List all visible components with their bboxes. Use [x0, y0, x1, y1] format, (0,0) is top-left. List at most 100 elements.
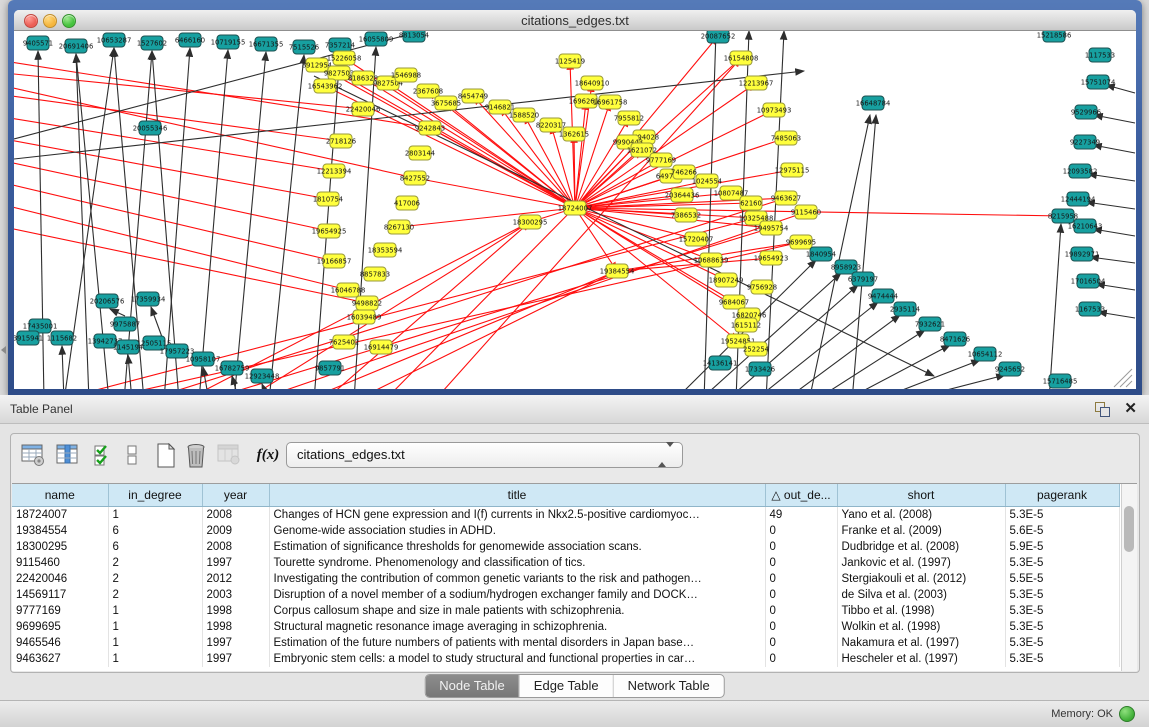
graph-node[interactable]: 9405571 [23, 36, 53, 50]
graph-node[interactable]: 1167533 [1075, 302, 1105, 316]
resize-grip-icon[interactable] [1114, 369, 1132, 387]
graph-node[interactable]: 9498822 [352, 296, 382, 310]
table-cell[interactable]: 2008 [202, 539, 269, 555]
graph-node[interactable]: 22420046 [346, 102, 381, 116]
graph-node[interactable]: 3675685 [431, 96, 461, 110]
table-cell[interactable]: 5.3E-5 [1005, 507, 1119, 524]
graph-node[interactable]: 12213394 [317, 164, 352, 178]
graph-node[interactable]: 16671355 [249, 37, 284, 51]
graph-node[interactable]: 1024554 [692, 174, 722, 188]
table-row[interactable]: 946362711997Embryonic stem cells: a mode… [12, 651, 1119, 667]
graph-node[interactable]: 16154808 [724, 51, 759, 65]
citation-edge-black[interactable] [814, 330, 925, 389]
table-cell[interactable]: 1998 [202, 619, 269, 635]
table-header-row[interactable]: namein_degreeyeartitle△ out_de...shortpa… [12, 484, 1119, 507]
graph-node[interactable]: 18907249 [709, 273, 744, 287]
table-cell[interactable]: Jankovic et al. (1997) [837, 555, 1005, 571]
table-cell[interactable]: 2 [108, 555, 202, 571]
table-cell[interactable]: 5.6E-5 [1005, 523, 1119, 539]
graph-node[interactable]: 10973493 [757, 103, 792, 117]
table-cell[interactable]: 14569117 [12, 587, 108, 603]
table-cell[interactable]: 0 [765, 651, 837, 667]
graph-node[interactable]: 8471626 [940, 332, 970, 346]
table-cell[interactable]: 1997 [202, 635, 269, 651]
select-all-icon[interactable] [91, 441, 119, 469]
table-cell[interactable]: 18724007 [12, 507, 108, 524]
table-cell[interactable]: de Silva et al. (2003) [837, 587, 1005, 603]
graph-node[interactable]: 1527602 [137, 36, 167, 50]
graph-node[interactable]: 8857833 [360, 267, 390, 281]
table-cell[interactable]: 2003 [202, 587, 269, 603]
table-cell[interactable]: Franke et al. (2009) [837, 523, 1005, 539]
table-cell[interactable]: 2008 [202, 507, 269, 524]
graph-node[interactable]: 16914479 [364, 340, 399, 354]
table-cell[interactable]: 5.3E-5 [1005, 603, 1119, 619]
citation-edge-black[interactable] [234, 52, 266, 389]
network-canvas[interactable]: 1872400718300295193845549405571206914061… [14, 31, 1136, 389]
table-cell[interactable]: Tibbo et al. (1998) [837, 603, 1005, 619]
table-cell[interactable]: Corpus callosum shape and size in male p… [269, 603, 765, 619]
import-table-icon[interactable] [215, 441, 243, 469]
graph-node[interactable]: 15751074 [1081, 75, 1116, 89]
graph-node[interactable]: 9463627 [771, 191, 801, 205]
column-header-short[interactable]: short [837, 484, 1005, 507]
graph-node[interactable]: 9227349 [1070, 135, 1100, 149]
table-cell[interactable]: Embryonic stem cells: a model to study s… [269, 651, 765, 667]
citation-edge-black[interactable] [844, 345, 950, 389]
graph-node[interactable]: 1362615 [559, 127, 589, 141]
graph-node[interactable]: 19654923 [754, 251, 789, 265]
graph-node[interactable]: 1615112 [731, 318, 761, 332]
graph-node[interactable]: 9245652 [995, 362, 1025, 376]
graph-node[interactable]: 7515526 [289, 40, 319, 54]
graph-node[interactable]: 9756928 [747, 280, 777, 294]
graph-node[interactable]: 19654925 [312, 224, 347, 238]
table-cell[interactable]: 2012 [202, 571, 269, 587]
table-cell[interactable]: Dudbridge et al. (2008) [837, 539, 1005, 555]
table-cell[interactable]: Yano et al. (2008) [837, 507, 1005, 524]
table-cell[interactable]: 6 [108, 523, 202, 539]
graph-node[interactable]: 18640910 [575, 76, 610, 90]
window-titlebar[interactable]: citations_edges.txt [14, 10, 1136, 31]
table-row[interactable]: 969969511998Structural magnetic resonanc… [12, 619, 1119, 635]
table-cell[interactable]: Estimation of significance thresholds fo… [269, 539, 765, 555]
graph-node[interactable]: 9857791 [315, 361, 345, 375]
table-cell[interactable]: 0 [765, 635, 837, 651]
table-cell[interactable]: 2 [108, 571, 202, 587]
table-row[interactable]: 2242004622012Investigating the contribut… [12, 571, 1119, 587]
graph-node[interactable]: 17016504 [1071, 274, 1106, 288]
citation-edge-red[interactable] [14, 205, 348, 290]
graph-node[interactable]: 19166857 [317, 254, 352, 268]
tab-network-table[interactable]: Network Table [614, 675, 724, 697]
scrollbar-thumb[interactable] [1124, 506, 1134, 552]
graph-node[interactable]: 6466160 [175, 33, 205, 47]
column-header-name[interactable]: name [12, 484, 108, 507]
table-cell[interactable]: 9777169 [12, 603, 108, 619]
graph-node[interactable]: 8454749 [458, 89, 488, 103]
table-cell[interactable]: 0 [765, 555, 837, 571]
column-header-title[interactable]: title [269, 484, 765, 507]
new-table-icon[interactable] [153, 441, 181, 469]
graph-node[interactable]: 8427552 [400, 171, 430, 185]
graph-node[interactable]: 16039489 [347, 310, 382, 324]
show-columns-icon[interactable] [54, 441, 82, 469]
close-panel-icon[interactable]: ✕ [1124, 399, 1137, 417]
table-mode-icon[interactable] [19, 441, 47, 469]
citation-edge-black[interactable] [151, 307, 162, 337]
citation-edge-black[interactable] [784, 315, 900, 389]
table-cell[interactable]: Disruption of a novel member of a sodium… [269, 587, 765, 603]
tab-node-table[interactable]: Node Table [425, 675, 520, 697]
table-cell[interactable]: 5.3E-5 [1005, 635, 1119, 651]
table-cell[interactable]: Genome-wide association studies in ADHD. [269, 523, 765, 539]
citation-edge-red[interactable] [14, 117, 334, 171]
table-cell[interactable]: 1998 [202, 603, 269, 619]
graph-node[interactable]: 417006 [394, 196, 420, 210]
table-cell[interactable]: 5.3E-5 [1005, 587, 1119, 603]
graph-node[interactable]: 20691406 [59, 39, 94, 53]
graph-node[interactable]: 7357214 [325, 38, 355, 52]
citation-edge-black[interactable] [203, 367, 209, 389]
table-cell[interactable]: 9699695 [12, 619, 108, 635]
table-cell[interactable]: 0 [765, 539, 837, 555]
table-row[interactable]: 1872400712008Changes of HCN gene express… [12, 507, 1119, 524]
table-cell[interactable]: 5.3E-5 [1005, 651, 1119, 667]
column-header-out-de-[interactable]: △ out_de... [765, 484, 837, 507]
